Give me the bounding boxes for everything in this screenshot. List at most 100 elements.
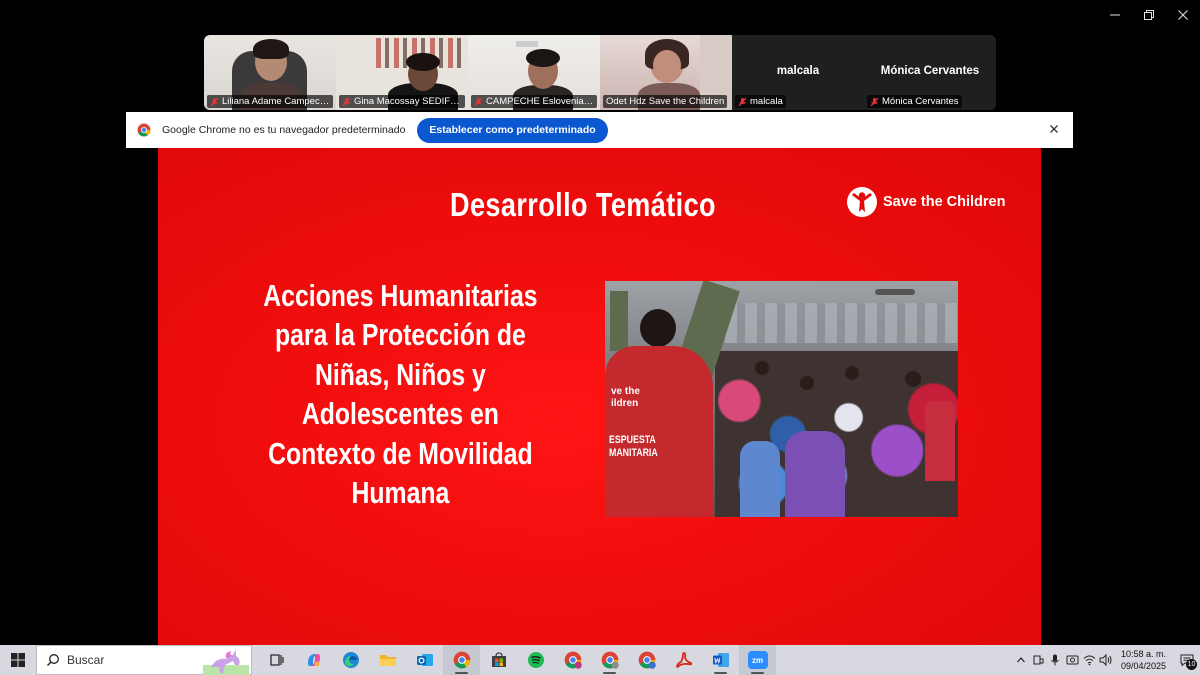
participant-name-tag: Mónica Cervantes bbox=[867, 95, 962, 108]
close-window-button[interactable] bbox=[1166, 0, 1200, 30]
muted-mic-icon bbox=[342, 97, 351, 106]
camera-button[interactable] bbox=[1064, 645, 1081, 675]
windows-taskbar: Buscar zm 10:58 a. m. 09/04/2025 10 bbox=[0, 645, 1200, 675]
running-indicator bbox=[714, 672, 727, 674]
minimize-button[interactable] bbox=[1098, 0, 1132, 30]
muted-mic-icon bbox=[870, 97, 879, 106]
notification-center-button[interactable]: 10 bbox=[1174, 645, 1200, 675]
spotify-icon bbox=[527, 652, 544, 668]
muted-mic-icon bbox=[738, 97, 747, 106]
participant-tile[interactable]: Gina Macossay SEDIF Yu... bbox=[336, 35, 468, 110]
zoom-button[interactable]: zm bbox=[739, 645, 776, 675]
acrobat-button[interactable] bbox=[665, 645, 702, 675]
chrome-profile-button[interactable] bbox=[591, 645, 628, 675]
microphone-button[interactable] bbox=[1047, 645, 1064, 675]
window-controls bbox=[1098, 0, 1200, 30]
photo-raised-arm bbox=[610, 291, 628, 351]
notification-count-badge: 10 bbox=[1186, 659, 1197, 670]
close-icon bbox=[1178, 10, 1188, 20]
word-button[interactable] bbox=[702, 645, 739, 675]
slide-title: Desarrollo Temático bbox=[450, 186, 716, 223]
spotify-button[interactable] bbox=[517, 645, 554, 675]
avatar-hair bbox=[253, 39, 289, 59]
minimize-icon bbox=[1110, 14, 1120, 16]
presentation-slide: Desarrollo Temático Save the Children Ac… bbox=[158, 148, 1041, 645]
volume-button[interactable] bbox=[1098, 645, 1115, 675]
running-indicator bbox=[751, 672, 764, 674]
ceiling-light bbox=[516, 41, 538, 47]
avatar-hair bbox=[406, 53, 440, 71]
restore-button[interactable] bbox=[1132, 0, 1166, 30]
participant-tile[interactable]: malcala malcala bbox=[732, 35, 864, 110]
chevron-up-icon bbox=[1017, 657, 1026, 663]
photo-child-purple bbox=[785, 431, 845, 517]
photo-child-head bbox=[800, 376, 814, 390]
edge-icon bbox=[342, 652, 359, 668]
windows-logo-icon bbox=[11, 653, 25, 667]
screen: Liliana Adame Campeche Gina Macossay SED… bbox=[0, 0, 1200, 675]
participant-tile-active-speaker[interactable]: Odet Hdz Save the Children bbox=[600, 35, 732, 110]
participant-name-tag: Liliana Adame Campeche bbox=[207, 95, 333, 108]
taskbar-search-box[interactable]: Buscar bbox=[36, 645, 252, 675]
task-view-icon bbox=[269, 654, 284, 666]
word-icon bbox=[712, 653, 729, 667]
participant-name-tag: Gina Macossay SEDIF Yu... bbox=[339, 95, 465, 108]
participant-tile[interactable]: CAMPECHE Eslovenia G... bbox=[468, 35, 600, 110]
outlook-icon bbox=[416, 654, 433, 666]
photo-child-head bbox=[905, 371, 921, 387]
photo-child-red bbox=[925, 401, 955, 481]
avatar-hair bbox=[526, 49, 560, 67]
clock-time: 10:58 a. m. bbox=[1120, 649, 1166, 659]
device-icon bbox=[1033, 655, 1044, 665]
taskbar-clock[interactable]: 10:58 a. m. 09/04/2025 bbox=[1121, 648, 1166, 672]
save-the-children-emblem-icon bbox=[847, 187, 877, 217]
edge-button[interactable] bbox=[332, 645, 369, 675]
store-icon bbox=[491, 652, 506, 667]
store-button[interactable] bbox=[480, 645, 517, 675]
chrome-icon bbox=[601, 651, 619, 669]
unicorn-highlight-icon bbox=[203, 649, 249, 675]
participant-tile[interactable]: Mónica Cervantes Mónica Cervantes bbox=[864, 35, 996, 110]
chrome-icon bbox=[453, 651, 470, 669]
photo-red-vest: ve the ildren ESPUESTA MANITARIA bbox=[605, 346, 713, 517]
running-indicator bbox=[603, 672, 616, 674]
copilot-button[interactable] bbox=[295, 645, 332, 675]
photo-volunteer-head bbox=[640, 309, 676, 347]
shared-screen: Desarrollo Temático Save the Children Ac… bbox=[126, 148, 1073, 645]
zoom-icon: zm bbox=[747, 651, 768, 669]
logo-text: Save the Children bbox=[883, 194, 1006, 210]
folder-icon bbox=[379, 655, 396, 666]
participant-center-name: Mónica Cervantes bbox=[880, 65, 980, 77]
start-button[interactable] bbox=[0, 645, 36, 675]
save-the-children-logo: Save the Children bbox=[846, 186, 1005, 218]
taskbar-apps: zm bbox=[258, 645, 776, 675]
file-explorer-button[interactable] bbox=[369, 645, 406, 675]
chrome-icon bbox=[638, 651, 656, 669]
volume-icon bbox=[1099, 654, 1112, 666]
participant-center-name: malcala bbox=[776, 65, 820, 77]
chrome-button[interactable] bbox=[443, 645, 480, 675]
photo-ceiling bbox=[725, 303, 958, 343]
running-indicator bbox=[455, 672, 468, 674]
camera-icon bbox=[1066, 655, 1079, 665]
tray-device-button[interactable] bbox=[1030, 645, 1047, 675]
photo-child-blue bbox=[740, 441, 780, 517]
chrome-profile-button[interactable] bbox=[554, 645, 591, 675]
children-photo: ve the ildren ESPUESTA MANITARIA bbox=[605, 281, 958, 517]
chrome-icon bbox=[137, 123, 151, 137]
chrome-profile-button[interactable] bbox=[628, 645, 665, 675]
slide-body-text: Acciones Humanitarias para la Protección… bbox=[263, 278, 538, 511]
close-icon[interactable] bbox=[1047, 122, 1061, 136]
participant-tile[interactable]: Liliana Adame Campeche bbox=[204, 35, 336, 110]
muted-mic-icon bbox=[210, 97, 219, 106]
system-tray: 10:58 a. m. 09/04/2025 10 bbox=[1013, 645, 1200, 675]
set-default-button[interactable]: Establecer como predeterminado bbox=[417, 117, 608, 143]
search-placeholder: Buscar bbox=[67, 653, 105, 667]
network-button[interactable] bbox=[1081, 645, 1098, 675]
vest-text: ESPUESTA MANITARIA bbox=[609, 434, 658, 459]
photo-child-head bbox=[755, 361, 769, 375]
infobar-message: Google Chrome no es tu navegador predete… bbox=[162, 124, 406, 136]
outlook-button[interactable] bbox=[406, 645, 443, 675]
show-hidden-icons-button[interactable] bbox=[1013, 645, 1030, 675]
task-view-button[interactable] bbox=[258, 645, 295, 675]
